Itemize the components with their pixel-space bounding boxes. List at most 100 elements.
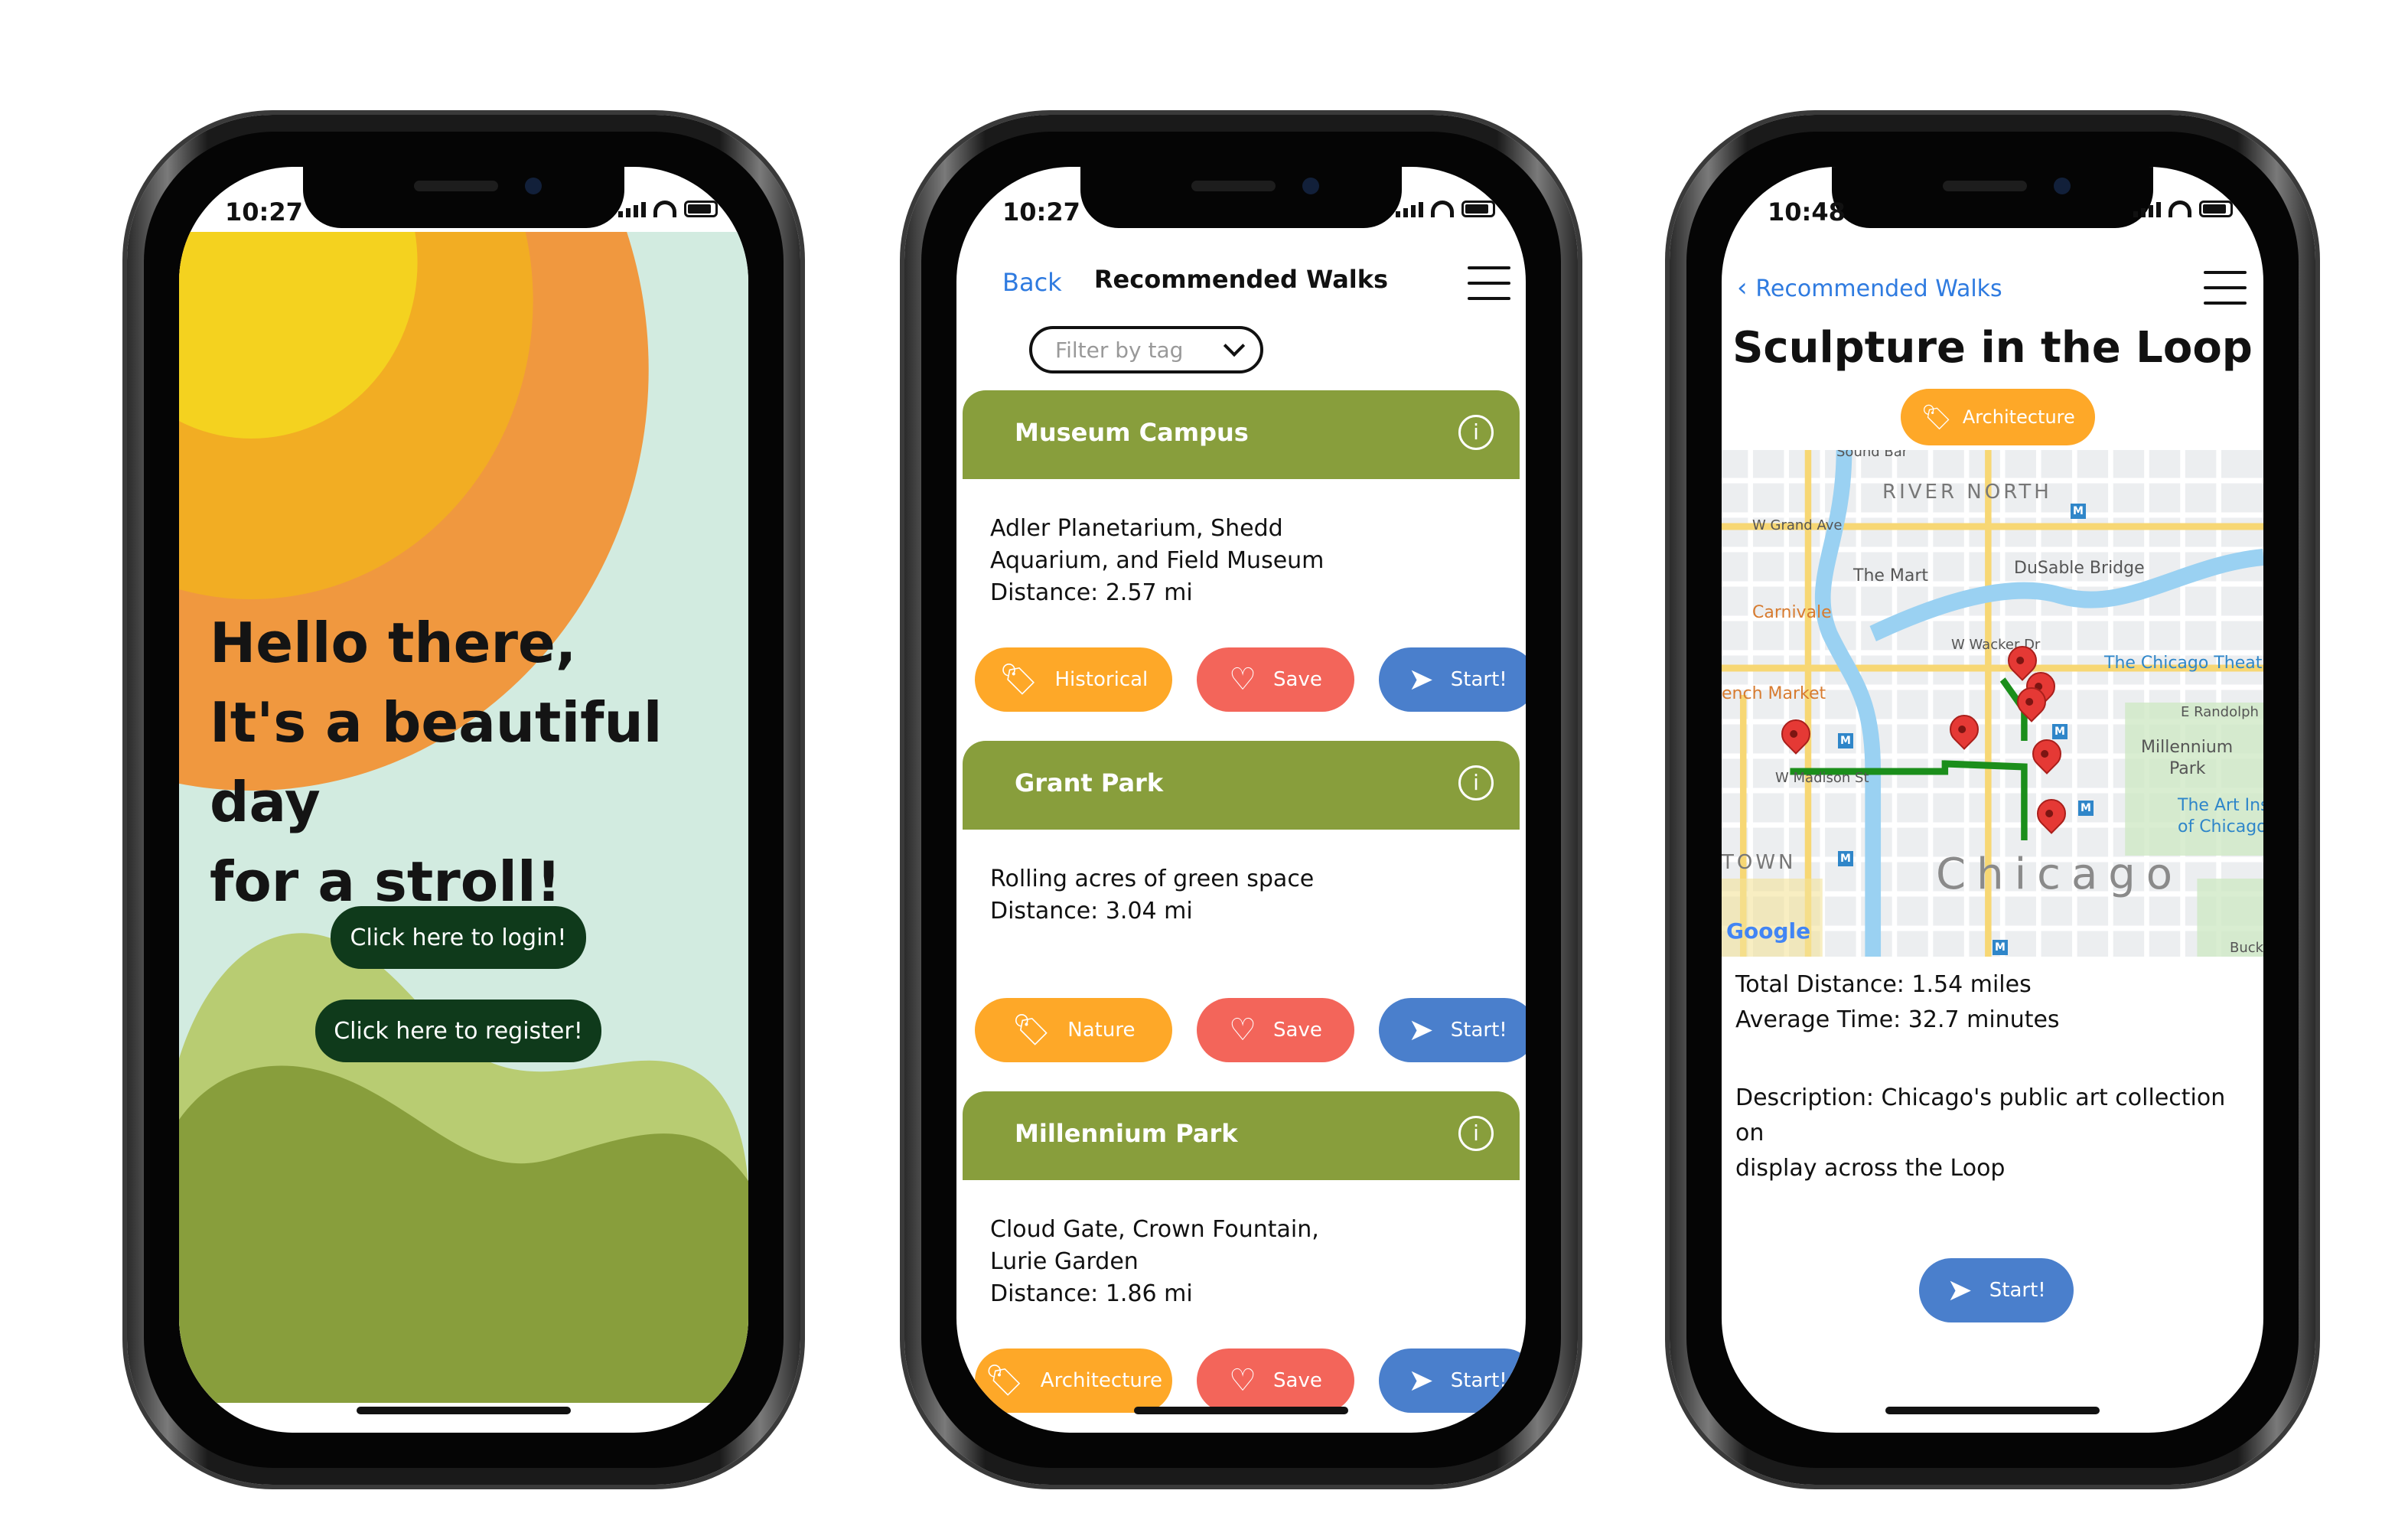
average-time: Average Time: 32.7 minutes — [1735, 1006, 2060, 1033]
status-time: 10:27 — [1002, 197, 1080, 227]
map-label: of Chicago — [2178, 817, 2263, 836]
phone-welcome: 10:27 Hello there, It's a beautiful day — [127, 115, 800, 1485]
tag-icon: 🏷 — [1012, 1013, 1051, 1048]
status-icons — [1396, 201, 1495, 217]
phone-bezel: 10:48 ‹ Recommended Walks Sculpture in t… — [1686, 132, 2299, 1468]
start-button[interactable]: ➤ Start! — [1379, 1348, 1526, 1413]
tag-icon: 🏷 — [999, 662, 1038, 697]
walk-detail-screen: 10:48 ‹ Recommended Walks Sculpture in t… — [1722, 167, 2263, 1433]
home-indicator[interactable] — [1134, 1407, 1348, 1414]
tag-icon: 🏷 — [1921, 403, 1952, 432]
phone-walk-detail: 10:48 ‹ Recommended Walks Sculpture in t… — [1670, 115, 2315, 1485]
walk-distance: Distance: 3.04 mi — [990, 898, 1193, 925]
route-map[interactable]: RIVER NORTH W Grand Ave The Mart DuSable… — [1722, 450, 2263, 957]
chevron-left-icon: ‹ — [1737, 272, 1756, 303]
walk-description: Rolling acres of green space Distance: 3… — [990, 863, 1342, 928]
walk-desc-line: Aquarium, and Field Museum — [990, 547, 1325, 574]
navigation-arrow-icon: ➤ — [1408, 1363, 1434, 1398]
walk-card-header[interactable]: Museum Campus i — [963, 390, 1520, 479]
info-icon[interactable]: i — [1458, 415, 1494, 450]
walk-desc-line: Lurie Garden — [990, 1248, 1139, 1275]
metro-station-icon: M — [2071, 504, 2086, 519]
metro-station-icon: M — [1838, 733, 1853, 748]
map-label: RIVER NORTH — [1882, 481, 2052, 504]
walks-screen: 10:27 Back Recommended Walks Filter by t… — [956, 167, 1526, 1433]
start-label: Start! — [1450, 668, 1507, 691]
navigation-arrow-icon: ➤ — [1947, 1273, 1973, 1308]
save-button[interactable]: ♡ Save — [1197, 998, 1354, 1062]
map-label: ench Market — [1722, 684, 1826, 703]
greeting-line-1: Hello there, — [210, 611, 577, 675]
tag-button[interactable]: 🏷 Historical — [975, 647, 1172, 712]
phone-bezel: 10:27 Back Recommended Walks Filter by t… — [921, 132, 1561, 1468]
start-button[interactable]: ➤ Start! — [1379, 998, 1526, 1062]
navigation-arrow-icon: ➤ — [1408, 1013, 1434, 1048]
back-to-recommended-walks[interactable]: ‹ Recommended Walks — [1737, 272, 2002, 303]
tag-label: Historical — [1054, 668, 1149, 691]
start-label: Start! — [1450, 1019, 1507, 1042]
register-button[interactable]: Click here to register! — [315, 1000, 601, 1062]
map-label: TOWN — [1722, 851, 1797, 874]
filter-by-tag-select[interactable]: Filter by tag — [1029, 326, 1263, 373]
map-label: DuSable Bridge — [2014, 559, 2145, 578]
signal-icon — [1396, 202, 1423, 217]
map-label: Millennium — [2141, 738, 2234, 757]
back-label: Recommended Walks — [1755, 276, 2002, 302]
login-button[interactable]: Click here to login! — [331, 906, 586, 969]
phone-recommended-walks: 10:27 Back Recommended Walks Filter by t… — [904, 115, 1578, 1485]
walk-title: Sculpture in the Loop — [1732, 323, 2253, 373]
walk-desc-line: Adler Planetarium, Shedd — [990, 515, 1283, 542]
total-distance: Total Distance: 1.54 miles — [1735, 971, 2032, 998]
walk-name: Millennium Park — [1015, 1119, 1238, 1148]
walk-distance: Distance: 2.57 mi — [990, 579, 1193, 606]
heart-icon: ♡ — [1229, 1013, 1257, 1048]
hamburger-menu-icon[interactable] — [2204, 271, 2247, 305]
start-label: Start! — [1989, 1279, 2046, 1302]
map-label: Chicago — [1936, 850, 2184, 899]
info-icon[interactable]: i — [1458, 765, 1494, 801]
metro-station-icon: M — [2052, 724, 2067, 739]
map-label: W Madison St — [1775, 770, 1869, 786]
walk-card-header[interactable]: Grant Park i — [963, 741, 1520, 830]
battery-icon — [2199, 201, 2233, 217]
map-label: The Mart — [1853, 566, 1929, 585]
start-button[interactable]: ➤ Start! — [1379, 647, 1526, 712]
tag-button[interactable]: 🏷 Nature — [975, 998, 1172, 1062]
start-button[interactable]: ➤ Start! — [1919, 1258, 2074, 1322]
navigation-arrow-icon: ➤ — [1408, 662, 1434, 697]
tag-label: Architecture — [1040, 1369, 1162, 1392]
map-label: Buckingh — [2230, 940, 2263, 956]
chevron-down-icon — [1223, 334, 1246, 357]
status-time: 10:48 — [1768, 197, 1846, 227]
page-title: Recommended Walks — [1093, 265, 1389, 294]
map-label: The Art Instit — [2178, 796, 2263, 815]
notch — [1832, 167, 2153, 228]
tag-button[interactable]: 🏷 Architecture — [975, 1348, 1172, 1413]
walk-name: Museum Campus — [1015, 418, 1249, 447]
map-label: Park — [2169, 759, 2206, 778]
walk-description: Adler Planetarium, Shedd Aquarium, and F… — [990, 513, 1342, 609]
hamburger-menu-icon[interactable] — [1468, 266, 1510, 300]
map-label: E Randolph St — [2181, 704, 2263, 720]
filter-placeholder: Filter by tag — [1055, 337, 1184, 363]
notch — [303, 167, 624, 228]
save-button[interactable]: ♡ Save — [1197, 1348, 1354, 1413]
info-icon[interactable]: i — [1458, 1116, 1494, 1151]
map-label: Carnivale — [1752, 603, 1832, 622]
status-icons — [2133, 201, 2233, 217]
metro-station-icon: M — [1993, 940, 2008, 955]
description-line: display across the Loop — [1735, 1155, 2006, 1182]
save-button[interactable]: ♡ Save — [1197, 647, 1354, 712]
walk-card-header[interactable]: Millennium Park i — [963, 1091, 1520, 1180]
save-label: Save — [1273, 1019, 1322, 1042]
google-logo: Google — [1726, 918, 1811, 944]
wifi-icon — [1431, 201, 1454, 217]
home-indicator[interactable] — [1885, 1407, 2100, 1414]
walk-desc-line: Cloud Gate, Crown Fountain, — [990, 1216, 1319, 1243]
status-icons — [618, 201, 718, 217]
start-label: Start! — [1450, 1369, 1507, 1392]
greeting-line-2: It's a beautiful day — [210, 690, 663, 834]
welcome-screen: 10:27 Hello there, It's a beautiful day — [179, 167, 748, 1433]
home-indicator[interactable] — [357, 1407, 571, 1414]
tag-button[interactable]: 🏷 Architecture — [1901, 389, 2095, 445]
